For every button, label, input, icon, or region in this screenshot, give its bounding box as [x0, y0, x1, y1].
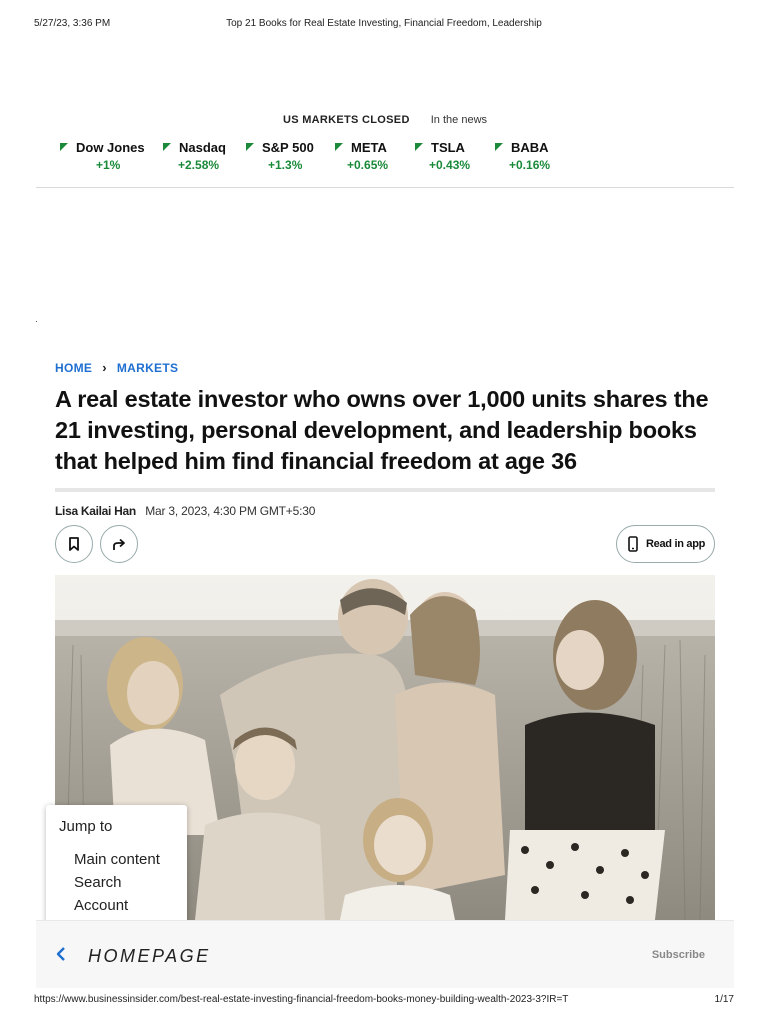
ticker-change: +1.3%: [268, 158, 303, 172]
jump-main-content-link[interactable]: Main content: [59, 848, 187, 871]
ticker-meta[interactable]: META +0.65%: [335, 140, 415, 172]
read-in-app-button[interactable]: Read in app: [616, 525, 715, 563]
read-in-app-label: Read in app: [646, 538, 706, 550]
chevron-right-icon: ›: [102, 360, 107, 375]
chevron-left-icon[interactable]: [56, 947, 66, 961]
ticker-change: +0.65%: [347, 158, 389, 172]
up-arrow-icon: [335, 143, 343, 151]
up-arrow-icon: [246, 143, 254, 151]
ticker-dow-jones[interactable]: Dow Jones +1%: [60, 140, 163, 172]
page-url: https://www.businessinsider.com/best-rea…: [34, 994, 569, 1005]
print-page-title: Top 21 Books for Real Estate Investing, …: [226, 18, 542, 29]
print-header: 5/27/23, 3:36 PM Top 21 Books for Real E…: [34, 18, 734, 32]
markets-status-row: US MARKETS CLOSED In the news: [36, 114, 734, 126]
markets-ticker-bar: US MARKETS CLOSED In the news Dow Jones …: [36, 114, 734, 188]
jump-to-menu: Jump to Main content Search Account: [46, 805, 187, 931]
phone-icon: [628, 536, 638, 552]
publish-date: Mar 3, 2023, 4:30 PM GMT+5:30: [145, 504, 316, 518]
byline: Lisa Kailai Han Mar 3, 2023, 4:30 PM GMT…: [55, 504, 315, 518]
up-arrow-icon: [60, 143, 68, 151]
ticker-nasdaq[interactable]: Nasdaq +2.58%: [163, 140, 246, 172]
author-name[interactable]: Lisa Kailai Han: [55, 504, 136, 518]
bottom-nav-bar: HOMEPAGE Subscribe: [36, 920, 734, 988]
markets-status: US MARKETS CLOSED: [282, 114, 410, 126]
ticker-sp500[interactable]: S&P 500 +1.3%: [246, 140, 335, 172]
share-button[interactable]: [100, 525, 138, 563]
page-number: 1/17: [714, 994, 734, 1005]
breadcrumb-markets-link[interactable]: MARKETS: [117, 361, 178, 375]
ticker-name: Dow Jones: [76, 140, 145, 155]
stray-dot: [36, 321, 37, 322]
ticker-name: S&P 500: [262, 140, 314, 155]
ticker-name: BABA: [511, 140, 549, 155]
article-headline: A real estate investor who owns over 1,0…: [55, 386, 709, 474]
up-arrow-icon: [163, 143, 171, 151]
in-the-news-link[interactable]: In the news: [431, 114, 487, 126]
share-icon: [113, 538, 125, 550]
headline-divider: [55, 488, 715, 492]
ticker-change: +0.16%: [509, 158, 551, 172]
ticker-name: Nasdaq: [179, 140, 226, 155]
ticker-name: META: [351, 140, 387, 155]
subscribe-link[interactable]: Subscribe: [652, 949, 705, 961]
ticker-change: +2.58%: [178, 158, 220, 172]
ticker-name: TSLA: [431, 140, 465, 155]
jump-account-link[interactable]: Account: [59, 894, 187, 917]
ticker-change: +1%: [96, 158, 121, 172]
bookmark-icon: [69, 537, 79, 551]
ticker-tsla[interactable]: TSLA +0.43%: [415, 140, 495, 172]
homepage-link[interactable]: HOMEPAGE: [88, 946, 211, 967]
jump-to-title: Jump to: [59, 818, 113, 835]
up-arrow-icon: [495, 143, 503, 151]
ticker-list: Dow Jones +1% Nasdaq +2.58% S&P 500 +1.3…: [60, 140, 575, 172]
ticker-baba[interactable]: BABA +0.16%: [495, 140, 575, 172]
jump-search-link[interactable]: Search: [59, 871, 187, 894]
ticker-change: +0.43%: [429, 158, 471, 172]
breadcrumb-home-link[interactable]: HOME: [55, 361, 92, 375]
up-arrow-icon: [415, 143, 423, 151]
bookmark-button[interactable]: [55, 525, 93, 563]
breadcrumb: HOME › MARKETS: [55, 360, 178, 375]
